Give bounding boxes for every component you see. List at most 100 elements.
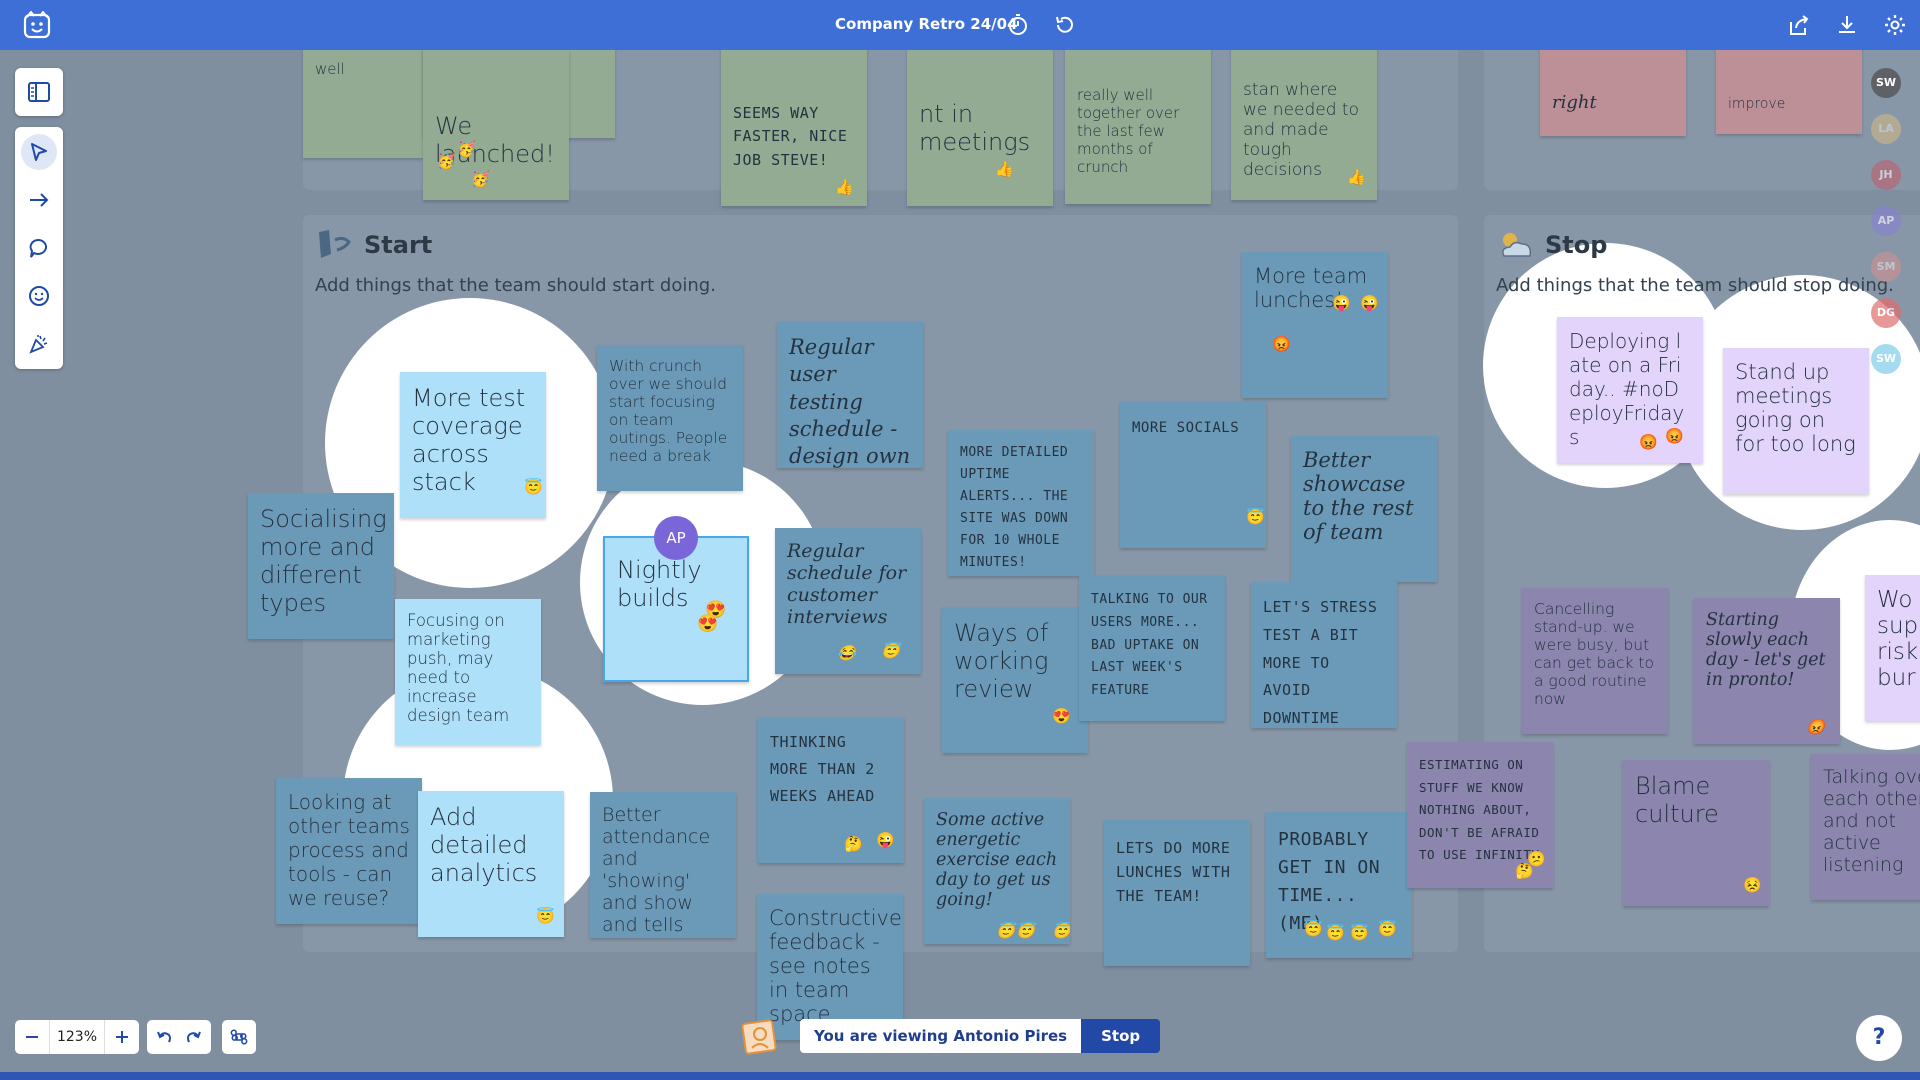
arrow-tool[interactable] bbox=[21, 182, 57, 218]
emoji-reaction-icon[interactable]: 😇 bbox=[996, 924, 1015, 939]
app-logo-icon[interactable] bbox=[22, 11, 52, 41]
celebrate-tool[interactable] bbox=[21, 326, 57, 362]
emoji-tool[interactable] bbox=[21, 278, 57, 314]
emoji-reaction-icon[interactable]: 😡 bbox=[1639, 435, 1658, 450]
sticky-note[interactable]: SEEMS WAY FASTER, NICE JOB STEVE! 👍 bbox=[721, 50, 867, 206]
stop-section-title[interactable]: Stop bbox=[1545, 231, 1607, 259]
zoom-level[interactable]: 123% bbox=[49, 1020, 105, 1054]
sticky-note[interactable]: MORE DETAILED UPTIME ALERTS... THE SITE … bbox=[948, 430, 1094, 576]
undo-icon[interactable] bbox=[155, 1028, 173, 1046]
sticky-note[interactable]: LET'S STRESS TEST A BIT MORE TO AVOID DO… bbox=[1251, 582, 1397, 728]
sticky-note[interactable]: Socialising more and different types bbox=[248, 493, 394, 639]
user-avatar[interactable]: JH bbox=[1871, 160, 1901, 190]
emoji-reaction-icon[interactable]: 😇 bbox=[1052, 924, 1070, 939]
emoji-reaction-icon[interactable]: 😇 bbox=[524, 480, 543, 495]
sticky-note[interactable]: TALKING TO OUR USERS MORE... BAD UPTAKE … bbox=[1079, 575, 1225, 721]
user-avatar[interactable]: SW bbox=[1871, 344, 1901, 374]
emoji-reaction-icon[interactable]: 😇 bbox=[536, 909, 555, 924]
emoji-reaction-icon[interactable]: 😡 bbox=[1665, 429, 1684, 444]
sticky-note[interactable]: really well together over the last few m… bbox=[1065, 50, 1211, 204]
note-text: TALKING TO OUR USERS MORE... BAD UPTAKE … bbox=[1091, 592, 1208, 698]
emoji-reaction-icon[interactable]: 😜 bbox=[1332, 296, 1351, 311]
emoji-reaction-icon[interactable]: 😜 bbox=[1360, 296, 1379, 311]
sticky-note[interactable]: Regular schedule for customer interviews… bbox=[775, 528, 921, 674]
sticky-note[interactable]: Starting slowly each day - let's get in … bbox=[1694, 598, 1840, 744]
sticky-note[interactable]: Better attendance and 'showing' and show… bbox=[590, 792, 736, 938]
start-section-title[interactable]: Start bbox=[364, 231, 432, 259]
share-icon[interactable] bbox=[1787, 13, 1811, 37]
sticky-note[interactable]: Talking ove each other and not active li… bbox=[1811, 754, 1920, 900]
sticky-note[interactable]: We launched! 🥳 🥳 🥳 bbox=[423, 50, 569, 200]
user-avatar[interactable]: AP bbox=[1871, 206, 1901, 236]
emoji-reaction-icon[interactable]: 🥳 bbox=[457, 142, 476, 157]
redo-icon[interactable] bbox=[185, 1028, 203, 1046]
zoom-in-button[interactable] bbox=[105, 1020, 139, 1054]
sticky-note[interactable]: LETS DO MORE LUNCHES WITH THE TEAM! bbox=[1104, 820, 1250, 966]
emoji-reaction-icon[interactable]: 🥳 bbox=[437, 154, 456, 169]
start-section-icon bbox=[319, 230, 351, 258]
sticky-note[interactable]: nt in meetings 👍 bbox=[907, 50, 1053, 206]
emoji-reaction-icon[interactable]: 🤔 bbox=[844, 837, 863, 852]
sticky-note[interactable]: PROBABLY GET IN ON TIME... (ME) 😇 😇 😇 😇 bbox=[1266, 812, 1412, 958]
emoji-reaction-icon[interactable]: 😣 bbox=[1743, 878, 1762, 893]
user-avatar[interactable]: SM bbox=[1871, 252, 1901, 282]
emoji-reaction-icon[interactable]: 😍 bbox=[1052, 709, 1071, 724]
sticky-note[interactable]: Blame culture 😣 bbox=[1623, 760, 1769, 906]
sticky-note[interactable]: Ways of working review 😍 bbox=[942, 607, 1088, 753]
stop-following-button[interactable]: Stop bbox=[1081, 1019, 1161, 1053]
sticky-note[interactable]: Deploying late on a Friday.. #noDeployFr… bbox=[1557, 317, 1703, 463]
timer-icon[interactable] bbox=[1006, 13, 1030, 37]
sticky-note[interactable]: Add detailed analytics 😇 bbox=[418, 791, 564, 937]
emoji-reaction-icon[interactable]: 😇 bbox=[881, 644, 900, 659]
sticky-note[interactable]: stan where we needed to and made tough d… bbox=[1231, 50, 1377, 200]
select-tool[interactable] bbox=[21, 134, 57, 170]
user-avatar[interactable]: DG bbox=[1871, 298, 1901, 328]
comment-tool[interactable] bbox=[21, 230, 57, 266]
emoji-reaction-icon[interactable]: 😡 bbox=[1272, 337, 1291, 352]
sticky-note[interactable]: More test coverage across stack 😇 bbox=[400, 372, 546, 518]
sticky-note[interactable]: ESTIMATING ON STUFF WE KNOW NOTHING ABOU… bbox=[1407, 742, 1553, 888]
history-icon[interactable] bbox=[1053, 13, 1077, 37]
emoji-reaction-icon[interactable]: 😜 bbox=[876, 833, 895, 848]
sticky-note[interactable]: Wo sup risk bur bbox=[1865, 575, 1920, 721]
sticky-note[interactable]: Cancelling stand-up. we were busy, but c… bbox=[1522, 588, 1668, 734]
user-avatar[interactable]: LA bbox=[1871, 114, 1901, 144]
user-avatar[interactable]: SW bbox=[1871, 68, 1901, 98]
sticky-note[interactable]: Stand up meetings going on for too long bbox=[1723, 348, 1869, 494]
emoji-reaction-icon[interactable]: 😇 bbox=[1246, 510, 1265, 525]
emoji-reaction-icon[interactable]: 😍 bbox=[697, 616, 718, 633]
thumbs-up-icon[interactable]: 👍 bbox=[1347, 170, 1366, 185]
emoji-reaction-icon[interactable]: 😡 bbox=[1806, 720, 1825, 735]
download-icon[interactable] bbox=[1835, 13, 1859, 37]
sticky-note[interactable]: More team lunches! 😜 😜 😡 bbox=[1242, 252, 1388, 398]
emoji-reaction-icon[interactable]: 😇 bbox=[1326, 926, 1345, 941]
thumbs-up-icon[interactable]: 👍 bbox=[995, 162, 1014, 177]
sticky-note[interactable]: MORE SOCIALS 😇 bbox=[1120, 402, 1266, 548]
sticky-note[interactable]: Some active energetic exercise each day … bbox=[924, 798, 1070, 944]
emoji-reaction-icon[interactable]: 🥳 bbox=[471, 172, 490, 187]
sticky-note[interactable]: Regular user testing schedule - design o… bbox=[777, 322, 923, 468]
sticky-note[interactable]: THINKING MORE THAN 2 WEEKS AHEAD 🤔 😜 bbox=[758, 717, 904, 863]
emoji-reaction-icon[interactable]: 😂 bbox=[837, 646, 856, 661]
sidebar-toggle-icon[interactable] bbox=[27, 80, 51, 104]
sticky-note[interactable]: well bbox=[303, 50, 423, 158]
settings-gear-icon[interactable] bbox=[1883, 13, 1907, 37]
emoji-reaction-icon[interactable]: 🤔 bbox=[1515, 864, 1534, 879]
help-button[interactable]: ? bbox=[1856, 1015, 1902, 1061]
sticky-note[interactable]: With crunch over we should start focusin… bbox=[597, 345, 743, 491]
sticky-note[interactable]: right bbox=[1540, 50, 1686, 136]
board-title[interactable]: Company Retro 24/04 bbox=[835, 15, 1018, 33]
sticky-note[interactable]: Better showcase to the rest of team bbox=[1291, 436, 1437, 582]
emoji-reaction-icon[interactable]: 😇 bbox=[1304, 922, 1323, 937]
emoji-reaction-icon[interactable]: 😇 bbox=[1016, 924, 1035, 939]
keyboard-shortcuts-button[interactable] bbox=[222, 1020, 256, 1054]
sticky-note[interactable]: Looking at other teams process and tools… bbox=[276, 778, 422, 924]
zoom-out-button[interactable] bbox=[15, 1020, 49, 1054]
emoji-reaction-icon[interactable]: 😇 bbox=[1350, 926, 1369, 941]
thumbs-up-icon[interactable]: 👍 bbox=[835, 180, 854, 195]
sticky-note[interactable]: improve bbox=[1716, 50, 1862, 134]
sticky-note[interactable]: Focusing on marketing push, may need to … bbox=[395, 599, 541, 745]
viewing-message: You are viewing Antonio Pires bbox=[800, 1019, 1082, 1053]
emoji-reaction-icon[interactable]: 😇 bbox=[1378, 922, 1397, 937]
board-canvas[interactable]: well We launched! 🥳 🥳 🥳 SEEMS WAY FASTER… bbox=[0, 50, 1920, 1072]
